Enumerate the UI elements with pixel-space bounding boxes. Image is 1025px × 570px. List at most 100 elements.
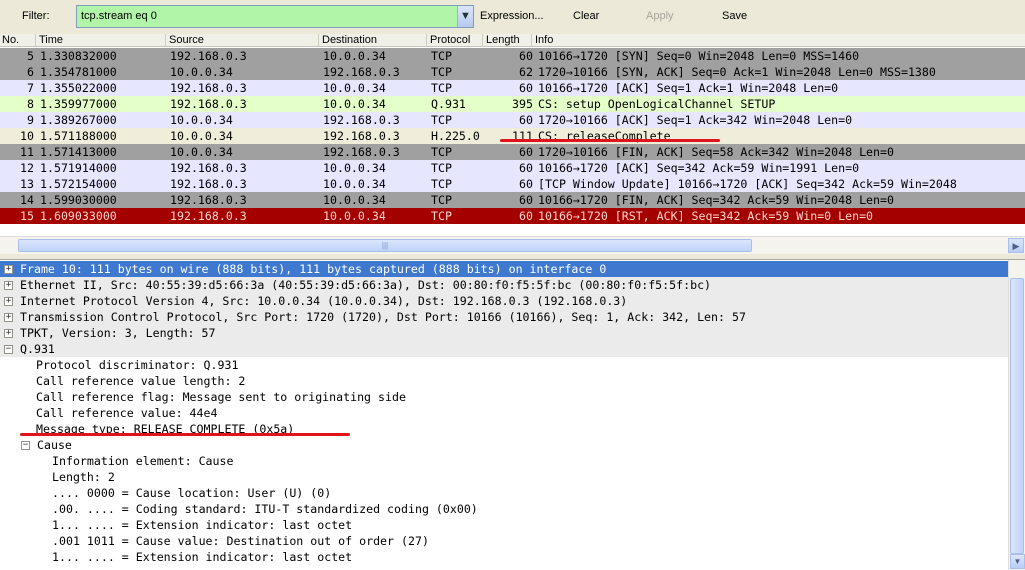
packet-row[interactable]: 8 1.359977000 192.168.0.3 10.0.0.34 Q.931 395… (0, 96, 1025, 112)
detail-text: Protocol discriminator: Q.931 (36, 358, 239, 372)
packet-info: 1720→10166 [SYN, ACK] Seq=0 Ack=1 Win=20… (538, 65, 936, 79)
detail-row[interactable]: 1... .... = Extension indicator: last oc… (0, 517, 1008, 533)
expand-icon[interactable]: + (4, 265, 13, 274)
packet-length: 395 (512, 97, 533, 111)
detail-row[interactable]: Call reference value length: 2 (0, 373, 1008, 389)
packet-source: 192.168.0.3 (170, 177, 247, 191)
detail-row[interactable]: + Transmission Control Protocol, Src Port… (0, 309, 1008, 325)
detail-text: Transmission Control Protocol, Src Port:… (20, 310, 746, 324)
packet-destination: 10.0.0.34 (323, 161, 386, 175)
detail-row[interactable]: Call reference flag: Message sent to ori… (0, 389, 1008, 405)
detail-row[interactable]: + TPKT, Version: 3, Length: 57 (0, 325, 1008, 341)
packet-row[interactable]: 6 1.354781000 10.0.0.34 192.168.0.3 TCP 62 172… (0, 64, 1025, 80)
detail-row[interactable]: .001 1011 = Cause value: Destination out… (0, 533, 1008, 549)
column-header-time[interactable]: Time (37, 34, 166, 47)
detail-row[interactable]: − Cause (0, 437, 1008, 453)
packet-row[interactable]: 13 1.572154000 192.168.0.3 10.0.0.34 TCP 60 [T… (0, 176, 1025, 192)
packet-source: 10.0.0.34 (170, 129, 233, 143)
packet-protocol: TCP (431, 65, 452, 79)
scroll-down-arrow-icon[interactable]: ▼ (1010, 554, 1025, 569)
vscroll-thumb[interactable] (1010, 278, 1024, 554)
packet-length: 60 (519, 161, 533, 175)
packet-info: [TCP Window Update] 10166→1720 [ACK] Seq… (538, 177, 957, 191)
detail-row[interactable]: + Ethernet II, Src: 40:55:39:d5:66:3a (40… (0, 277, 1008, 293)
packet-details-tree: + Frame 10: 111 bytes on wire (888 bits),… (0, 259, 1025, 570)
packet-time: 1.355022000 (40, 81, 117, 95)
filter-toolbar: Filter: tcp.stream eq 0 ▼ Expression... … (0, 0, 1025, 34)
packet-time: 1.571914000 (40, 161, 117, 175)
expand-icon[interactable]: + (4, 313, 13, 322)
detail-text: Information element: Cause (52, 454, 234, 468)
packet-row[interactable]: 9 1.389267000 10.0.0.34 192.168.0.3 TCP 60 172… (0, 112, 1025, 128)
packet-protocol: Q.931 (431, 97, 466, 111)
packet-length: 62 (519, 65, 533, 79)
packet-destination: 10.0.0.34 (323, 97, 386, 111)
clear-button[interactable]: Clear (573, 10, 599, 22)
packet-time: 1.572154000 (40, 177, 117, 191)
detail-text: 1... .... = Extension indicator: last oc… (52, 550, 353, 564)
column-header-protocol[interactable]: Protocol (428, 34, 483, 47)
packet-list: No. Time Source Destination Protocol Len… (0, 34, 1025, 236)
packet-no: 5 (27, 49, 34, 63)
packet-source: 10.0.0.34 (170, 113, 233, 127)
packet-no: 13 (20, 177, 34, 191)
detail-row[interactable]: + Frame 10: 111 bytes on wire (888 bits),… (0, 261, 1008, 277)
column-header-info[interactable]: Info (533, 34, 1025, 47)
expand-icon[interactable]: + (4, 329, 13, 338)
apply-button[interactable]: Apply (646, 10, 674, 22)
packet-source: 192.168.0.3 (170, 209, 247, 223)
packet-info: CS: setup OpenLogicalChannel SETUP (538, 97, 776, 111)
detail-row[interactable]: 1... .... = Extension indicator: last oc… (0, 549, 1008, 565)
collapse-icon[interactable]: − (4, 345, 13, 354)
collapse-icon[interactable]: − (21, 441, 30, 450)
details-vscrollbar[interactable]: ▼ (1008, 260, 1025, 570)
filter-input[interactable]: tcp.stream eq 0 ▼ (76, 5, 474, 28)
expand-icon[interactable]: + (4, 281, 13, 290)
packet-source: 192.168.0.3 (170, 193, 247, 207)
detail-text: .... 0000 = Cause location: User (U) (0) (52, 486, 332, 500)
detail-row[interactable]: − Q.931 (0, 341, 1008, 357)
packet-protocol: TCP (431, 193, 452, 207)
packet-destination: 192.168.0.3 (323, 145, 400, 159)
detail-text: Internet Protocol Version 4, Src: 10.0.0… (20, 294, 628, 308)
filter-dropdown-button[interactable]: ▼ (457, 6, 473, 27)
packet-row[interactable]: 12 1.571914000 192.168.0.3 10.0.0.34 TCP 60 10… (0, 160, 1025, 176)
packet-time: 1.354781000 (40, 65, 117, 79)
detail-row[interactable]: Protocol discriminator: Q.931 (0, 357, 1008, 373)
save-button[interactable]: Save (722, 10, 747, 22)
column-header-destination[interactable]: Destination (320, 34, 427, 47)
expand-icon[interactable]: + (4, 297, 13, 306)
packet-row[interactable]: 15 1.609033000 192.168.0.3 10.0.0.34 TCP 60 10… (0, 208, 1025, 224)
packet-source: 192.168.0.3 (170, 81, 247, 95)
packet-destination: 10.0.0.34 (323, 209, 386, 223)
packet-protocol: H.225.0 (431, 129, 480, 143)
detail-row[interactable]: .... 0000 = Cause location: User (U) (0) (0, 485, 1008, 501)
detail-text: TPKT, Version: 3, Length: 57 (20, 326, 216, 340)
detail-text: Cause (37, 438, 72, 452)
packet-info: 10166→1720 [FIN, ACK] Seq=342 Ack=59 Win… (538, 193, 894, 207)
packet-row[interactable]: 11 1.571413000 10.0.0.34 192.168.0.3 TCP 60 17… (0, 144, 1025, 160)
packet-destination: 192.168.0.3 (323, 113, 400, 127)
column-header-no[interactable]: No. (0, 34, 36, 47)
packet-no: 9 (27, 113, 34, 127)
detail-row[interactable]: Length: 2 (0, 469, 1008, 485)
detail-row[interactable]: .00. .... = Coding standard: ITU-T stand… (0, 501, 1008, 517)
detail-row[interactable]: Call reference value: 44e4 (0, 405, 1008, 421)
detail-text: Call reference value length: 2 (36, 374, 246, 388)
expression-button[interactable]: Expression... (480, 10, 544, 22)
column-header-source[interactable]: Source (167, 34, 319, 47)
packet-list-hscrollbar[interactable]: ||| ▶ (0, 236, 1025, 254)
hscroll-thumb[interactable]: ||| (18, 239, 752, 252)
packet-no: 15 (20, 209, 34, 223)
detail-row[interactable]: + Internet Protocol Version 4, Src: 10.0.… (0, 293, 1008, 309)
packet-source: 10.0.0.34 (170, 65, 233, 79)
packet-row[interactable]: 5 1.330832000 192.168.0.3 10.0.0.34 TCP 60 101… (0, 48, 1025, 64)
scroll-right-arrow-icon[interactable]: ▶ (1008, 238, 1024, 253)
column-header-length[interactable]: Length (484, 34, 532, 47)
packet-row[interactable]: 7 1.355022000 192.168.0.3 10.0.0.34 TCP 60 101… (0, 80, 1025, 96)
packet-no: 11 (20, 145, 34, 159)
packet-row[interactable]: 14 1.599030000 192.168.0.3 10.0.0.34 TCP 60 10… (0, 192, 1025, 208)
packet-length: 60 (519, 177, 533, 191)
detail-row[interactable]: Information element: Cause (0, 453, 1008, 469)
packet-protocol: TCP (431, 81, 452, 95)
